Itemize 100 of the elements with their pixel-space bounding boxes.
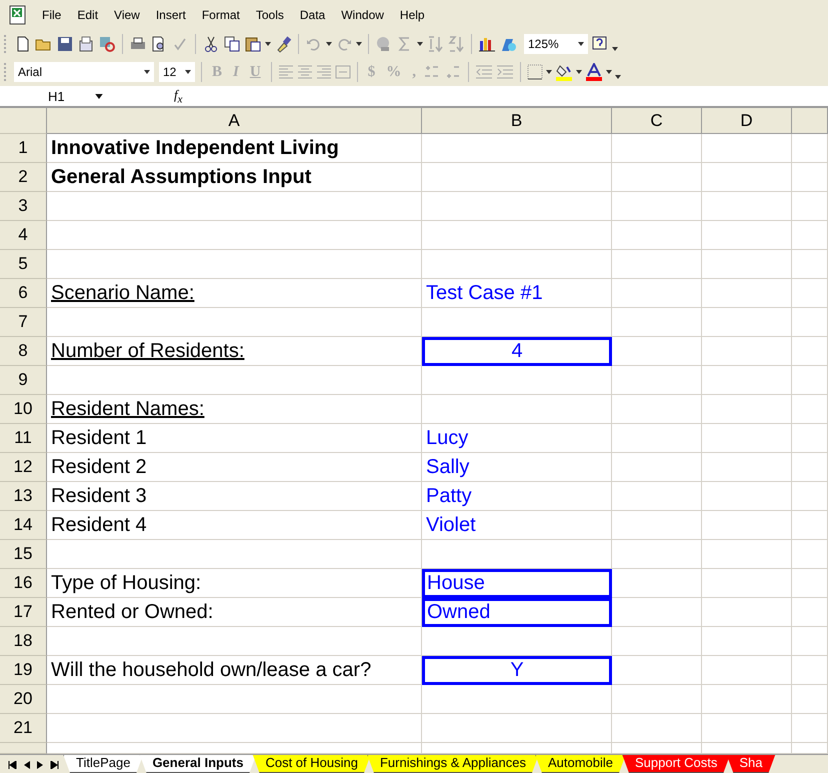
cut-icon[interactable] <box>202 35 220 53</box>
table-cell <box>792 250 828 279</box>
table-cell <box>792 598 828 627</box>
dropdown-caret-icon[interactable] <box>612 47 618 51</box>
last-sheet-icon[interactable] <box>50 761 59 769</box>
table-cell <box>792 221 828 250</box>
row-header[interactable]: 6 <box>0 279 47 308</box>
dropdown-caret-icon[interactable] <box>326 42 332 46</box>
sheet-tab[interactable]: Cost of Housing <box>252 755 371 773</box>
menu-item[interactable]: Tools <box>248 8 292 22</box>
insert-function-button[interactable]: f$_{x}$ <box>174 86 182 106</box>
input-cell[interactable]: Owned <box>422 598 612 627</box>
dropdown-caret-icon[interactable] <box>265 42 271 46</box>
name-box[interactable]: H1 <box>0 88 120 104</box>
dropdown-caret-icon[interactable] <box>417 42 423 46</box>
sheet-tab[interactable]: Automobile <box>534 755 626 773</box>
table-cell <box>792 308 828 337</box>
fill-color-icon[interactable] <box>554 63 573 81</box>
table-cell: Resident 2 <box>47 453 422 482</box>
table-cell: General Assumptions Input <box>47 163 422 192</box>
row-header[interactable]: 7 <box>0 308 47 337</box>
table-cell: Resident 4 <box>47 511 422 540</box>
row-header[interactable]: 3 <box>0 192 47 221</box>
menu-item[interactable]: Help <box>392 8 433 22</box>
table-cell <box>792 627 828 656</box>
table-cell: Number of Residents: <box>47 337 422 366</box>
sheet-tab[interactable]: Sha <box>726 755 776 773</box>
row-header[interactable]: 5 <box>0 250 47 279</box>
save-icon[interactable] <box>56 35 74 53</box>
column-header[interactable]: D <box>702 108 792 134</box>
menu-item[interactable]: Window <box>333 8 392 22</box>
row-header[interactable]: 10 <box>0 395 47 424</box>
row-header[interactable]: 20 <box>0 685 47 714</box>
first-sheet-icon[interactable] <box>8 761 17 769</box>
table-cell <box>792 279 828 308</box>
table-cell <box>792 714 828 743</box>
column-header[interactable]: B <box>422 108 612 134</box>
row-header[interactable]: 2 <box>0 163 47 192</box>
table-cell: Violet <box>422 511 612 540</box>
row-header[interactable]: 13 <box>0 482 47 511</box>
table-cell: Resident 3 <box>47 482 422 511</box>
table-cell <box>792 424 828 453</box>
menu-item[interactable]: Format <box>194 8 248 22</box>
previous-sheet-icon[interactable] <box>24 761 30 769</box>
row-header[interactable]: 1 <box>0 134 47 163</box>
table-cell <box>792 511 828 540</box>
input-cell[interactable]: 4 <box>422 337 612 366</box>
zoom-dropdown[interactable]: 125% <box>524 34 588 54</box>
copy-icon[interactable] <box>223 35 241 53</box>
row-header[interactable]: 8 <box>0 337 47 366</box>
font-size-dropdown[interactable]: 12 <box>159 62 195 82</box>
dropdown-caret-icon[interactable] <box>576 70 582 74</box>
input-cell[interactable]: Y <box>422 656 612 685</box>
sheet-tab[interactable]: Support Costs <box>622 755 730 773</box>
table-cell <box>792 482 828 511</box>
menu-item[interactable]: Data <box>292 8 334 22</box>
row-header[interactable]: 16 <box>0 569 47 598</box>
dropdown-caret-icon[interactable] <box>578 42 584 46</box>
borders-icon[interactable] <box>526 64 543 80</box>
menu-item[interactable]: Insert <box>148 8 194 22</box>
row-header[interactable]: 4 <box>0 221 47 250</box>
sheet-tab[interactable]: General Inputs <box>139 755 256 773</box>
column-header[interactable]: C <box>612 108 702 134</box>
next-sheet-icon[interactable] <box>37 761 43 769</box>
chart-icon[interactable] <box>478 35 496 53</box>
table-cell <box>792 395 828 424</box>
dropdown-caret-icon[interactable] <box>546 70 552 74</box>
menu-item[interactable]: View <box>106 8 148 22</box>
sheet-tab[interactable]: Furnishings & Appliances <box>366 755 539 773</box>
dropdown-caret-icon[interactable] <box>94 94 103 98</box>
email-icon[interactable] <box>77 35 95 53</box>
research-icon[interactable] <box>98 35 116 53</box>
dropdown-caret-icon[interactable] <box>185 70 191 74</box>
row-header[interactable]: 21 <box>0 714 47 743</box>
row-header[interactable]: 14 <box>0 511 47 540</box>
row-header[interactable]: 15 <box>0 540 47 569</box>
input-cell[interactable]: House <box>422 569 612 598</box>
table-cell: Scenario Name: <box>47 279 422 308</box>
column-header[interactable]: A <box>47 108 422 134</box>
sheet-tab[interactable]: TitlePage <box>63 755 144 773</box>
row-header[interactable]: 11 <box>0 424 47 453</box>
menu-item[interactable]: Edit <box>69 8 106 22</box>
table-cell <box>792 656 828 685</box>
row-header[interactable]: 9 <box>0 366 47 395</box>
paste-icon[interactable] <box>244 35 262 53</box>
table-cell <box>792 685 828 714</box>
table-cell <box>792 134 828 163</box>
table-cell <box>792 192 828 221</box>
table-cell <box>792 366 828 395</box>
row-header[interactable]: 19 <box>0 656 47 685</box>
font-dropdown[interactable]: Arial <box>14 62 154 82</box>
row-header[interactable]: 12 <box>0 453 47 482</box>
table-cell: Resident Names: <box>47 395 422 424</box>
row-header[interactable]: 17 <box>0 598 47 627</box>
excel-icon[interactable] <box>8 5 28 25</box>
dropdown-caret-icon[interactable] <box>144 70 150 74</box>
font-color-icon[interactable] <box>584 63 603 81</box>
menu-item[interactable]: File <box>34 8 70 22</box>
dropdown-caret-icon[interactable] <box>356 42 362 46</box>
row-header[interactable]: 18 <box>0 627 47 656</box>
